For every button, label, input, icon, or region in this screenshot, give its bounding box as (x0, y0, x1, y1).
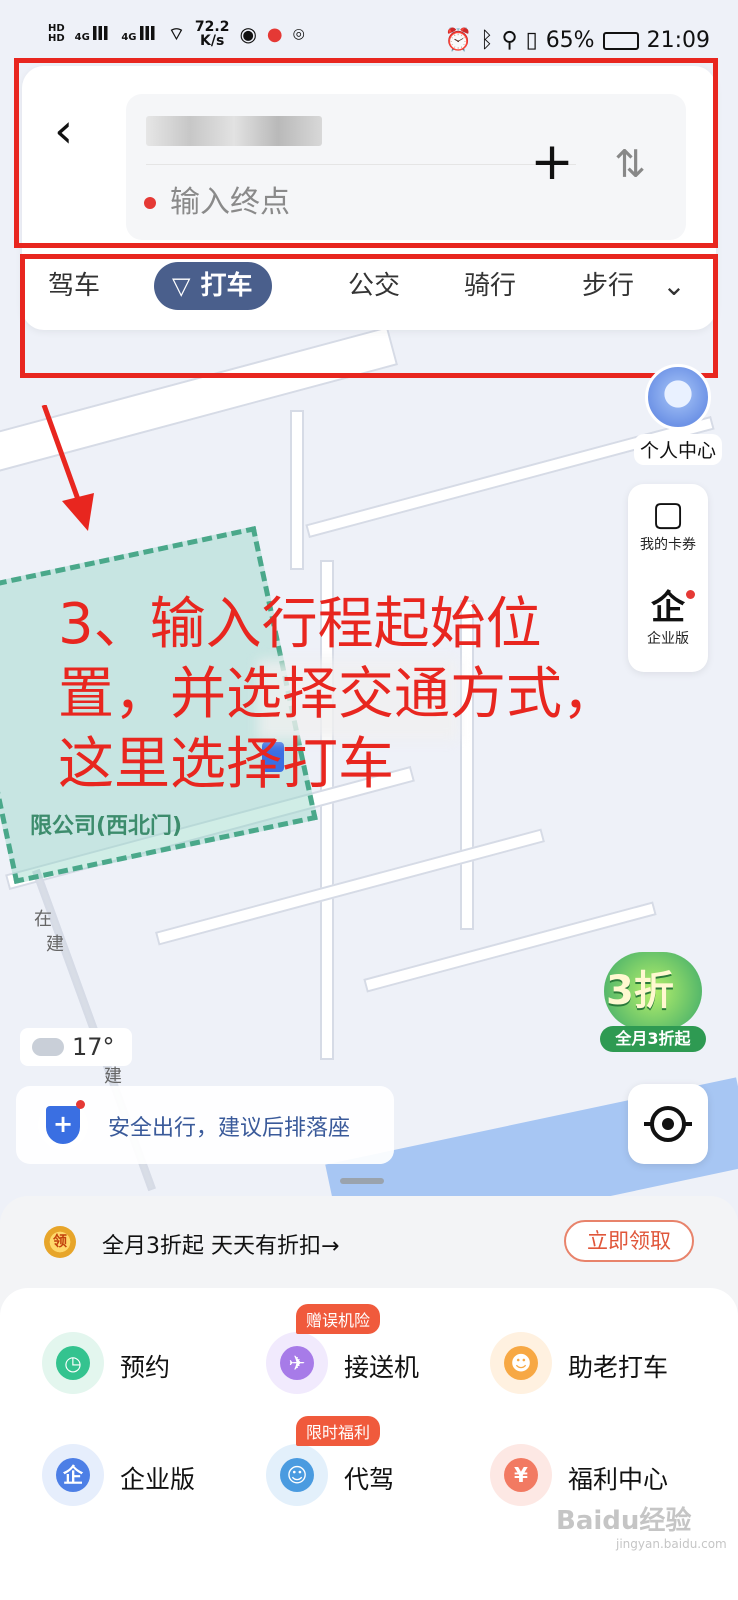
clock-icon: ◷ (42, 1332, 104, 1394)
service-label: 预约 (120, 1353, 171, 1382)
map-road (155, 828, 545, 946)
ticket-icon: ▢ (651, 494, 685, 534)
eye-icon: ◉ (239, 22, 257, 46)
service-airport[interactable]: ✈ 接送机 赠误机险 (266, 1304, 466, 1402)
status-right: ⏰ ᛒ ⚲ ▯ 65% 21:09 (445, 28, 710, 53)
notification-dot (76, 1100, 85, 1109)
driver-icon: ☺ (266, 1444, 328, 1506)
signal-4g-icon: 4G (75, 25, 112, 43)
map-road (290, 410, 304, 570)
map-label-construction: 建 (46, 934, 64, 955)
vibrate-icon: ▯ (525, 28, 538, 53)
enterprise-label: 企业版 (647, 631, 689, 647)
service-label: 接送机 (344, 1353, 420, 1382)
elderly-icon: ☻ (490, 1332, 552, 1394)
annotation-line: 置，并选择交通方式， (58, 662, 618, 727)
service-tag: 限时福利 (296, 1416, 381, 1446)
location-icon: ⚲ (501, 28, 518, 53)
service-grid: ◷ 预约 ✈ 接送机 赠误机险 ☻ 助老打车 企 企业版 ☺ 代驾 限时福利 ¥… (0, 1288, 738, 1600)
status-bar: HD HD 4G 4G ⌔ 72.2 K/s ◉ ● ◎ ⏰ ᛒ ⚲ ▯ 65% 2… (0, 0, 738, 62)
service-label: 福利中心 (568, 1465, 669, 1494)
profile-center[interactable]: 个人中心 (626, 364, 730, 465)
promo-row: 领 全月3折起 天天有折扣→ 立即领取 (0, 1206, 738, 1278)
side-panel: ▢ 我的卡券 企 企业版 (628, 484, 708, 672)
bluetooth-icon: ᛒ (480, 28, 494, 53)
annotation-box-route (14, 58, 718, 248)
service-label: 助老打车 (568, 1353, 669, 1382)
claim-button[interactable]: 立即领取 (564, 1220, 694, 1262)
wifi-icon: ⌔ (167, 23, 185, 45)
alarm-icon: ⏰ (444, 28, 473, 53)
service-reserve[interactable]: ◷ 预约 (42, 1332, 242, 1402)
locate-button[interactable] (628, 1084, 708, 1164)
discount-sub-text: 全月3折起 (600, 1026, 706, 1052)
temperature: 17° (72, 1033, 115, 1061)
clock: 21:09 (646, 28, 710, 53)
app-notification-icon: ◎ (292, 26, 305, 42)
annotation-arrow-icon (41, 405, 94, 531)
watermark-main: Baidu经验 (556, 1506, 692, 1536)
discount-badge[interactable]: 3折 全月3折起 (598, 948, 708, 1052)
service-chauffeur[interactable]: ☺ 代驾 限时福利 (266, 1416, 466, 1514)
net-speed: 72.2 K/s (194, 19, 230, 49)
map-label-company: 限公司(西北门) (30, 814, 183, 839)
profile-label: 个人中心 (633, 434, 722, 465)
service-elderly[interactable]: ☻ 助老打车 (490, 1332, 710, 1402)
weather-widget[interactable]: 17° (20, 1028, 132, 1066)
enterprise-button[interactable]: 企 企业版 (628, 588, 708, 648)
status-left: HD HD 4G 4G ⌔ 72.2 K/s ◉ ● ◎ (48, 20, 305, 48)
annotation-line: 这里选择打车 (58, 732, 394, 797)
coupons-button[interactable]: ▢ 我的卡券 (628, 494, 708, 554)
weibo-icon: ● (266, 23, 283, 45)
discount-big-text: 3折 (606, 968, 674, 1014)
coupons-label: 我的卡券 (640, 537, 696, 553)
locate-icon (644, 1106, 692, 1142)
battery-icon (602, 31, 639, 50)
promo-text[interactable]: 全月3折起 天天有折扣→ (102, 1228, 339, 1260)
safety-tip[interactable]: + 安全出行，建议后排落座 (16, 1086, 394, 1164)
airplane-icon: ✈ (266, 1332, 328, 1394)
hd-icon: HD HD (48, 23, 65, 44)
service-label: 代驾 (344, 1465, 395, 1494)
service-enterprise[interactable]: 企 企业版 (42, 1444, 242, 1514)
annotation-text: 3、输入行程起始位 置，并选择交通方式， 这里选择打车 (58, 590, 678, 800)
enterprise-icon: 企 (42, 1444, 104, 1506)
money-bag-icon: ¥ (490, 1444, 552, 1506)
service-tag: 赠误机险 (296, 1304, 381, 1334)
watermark-sub: jingyan.baidu.com (616, 1537, 727, 1551)
enterprise-icon: 企 (651, 588, 685, 628)
map-label-construction: 在 (34, 909, 52, 930)
cloud-icon (32, 1038, 64, 1056)
annotation-line: 3、输入行程起始位 (58, 592, 542, 657)
watermark: Baidu经验 jingyan.baidu.com (556, 1500, 727, 1551)
battery-percent: 65% (545, 28, 595, 53)
service-label: 企业版 (120, 1465, 196, 1494)
safety-text: 安全出行，建议后排落座 (108, 1116, 351, 1141)
signal-4g-icon: 4G (121, 25, 158, 43)
notification-dot (686, 590, 695, 599)
coin-icon: 领 (44, 1226, 76, 1258)
sheet-handle[interactable] (340, 1178, 384, 1184)
annotation-box-modes (20, 254, 718, 378)
avatar (645, 364, 711, 430)
